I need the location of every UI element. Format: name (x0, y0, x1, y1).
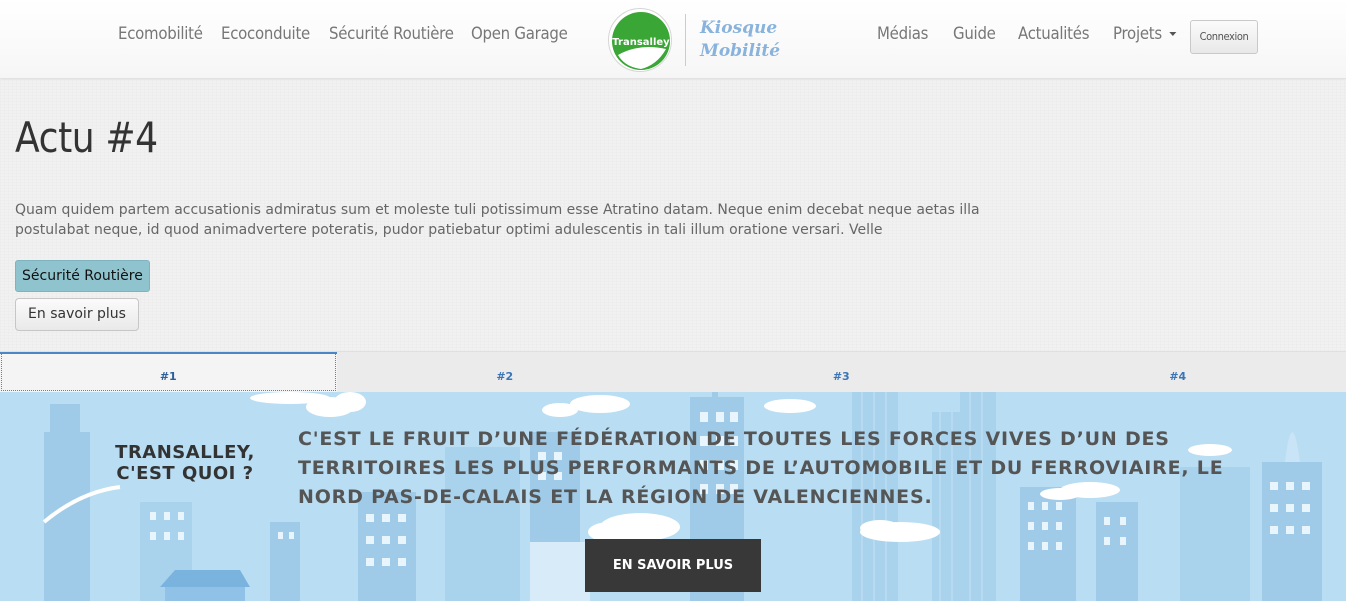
carousel-tabs: #1 #2 #3 #4 (0, 351, 1346, 392)
nav-link-guide[interactable]: Guide (953, 24, 996, 44)
nav-link-securite-routiere[interactable]: Sécurité Routière (329, 24, 454, 44)
carousel-tab-4[interactable]: #4 (1010, 352, 1346, 392)
logo-text: Transalley (612, 37, 670, 48)
brand-line-1: Kiosque (700, 18, 778, 38)
site-logo[interactable]: Transalley Kiosque Mobilité (608, 8, 780, 72)
nav-dropdown-projets[interactable]: Projets (1113, 24, 1176, 44)
caret-down-icon (1168, 32, 1176, 36)
carousel-tab-3[interactable]: #3 (673, 352, 1010, 392)
banner-question: TRANSALLEY, C'EST QUOI ? (115, 442, 255, 484)
nav-link-ecoconduite[interactable]: Ecoconduite (221, 24, 310, 44)
nav-link-medias[interactable]: Médias (877, 24, 928, 44)
article-intro: Quam quidem partem accusationis admiratu… (15, 202, 980, 238)
transalley-logo: Transalley (608, 8, 672, 72)
transalley-banner: TRANSALLEY, C'EST QUOI ? C'EST LE FRUIT … (0, 392, 1346, 601)
login-button[interactable]: Connexion (1190, 20, 1258, 54)
nav-link-actualites[interactable]: Actualités (1018, 24, 1090, 44)
carousel-tab-2[interactable]: #2 (337, 352, 674, 392)
projets-label: Projets (1113, 24, 1162, 44)
read-more-button[interactable]: En savoir plus (15, 298, 139, 331)
banner-text: C'EST LE FRUIT D’UNE FÉDÉRATION DE TOUTE… (298, 428, 1224, 508)
nav-link-open-garage[interactable]: Open Garage (471, 24, 568, 44)
nav-link-ecomobilite[interactable]: Ecomobilité (118, 24, 203, 44)
top-navbar: Ecomobilité Ecoconduite Sécurité Routièr… (0, 0, 1346, 79)
logo-divider (685, 14, 686, 66)
page-title: Actu #4 (15, 113, 158, 162)
category-label[interactable]: Sécurité Routière (15, 260, 150, 292)
banner-learn-more-button[interactable]: EN SAVOIR PLUS (585, 539, 761, 592)
brand-name: Kiosque Mobilité (700, 17, 780, 63)
carousel-tab-1[interactable]: #1 (0, 352, 337, 392)
brand-line-2: Mobilité (700, 41, 781, 61)
